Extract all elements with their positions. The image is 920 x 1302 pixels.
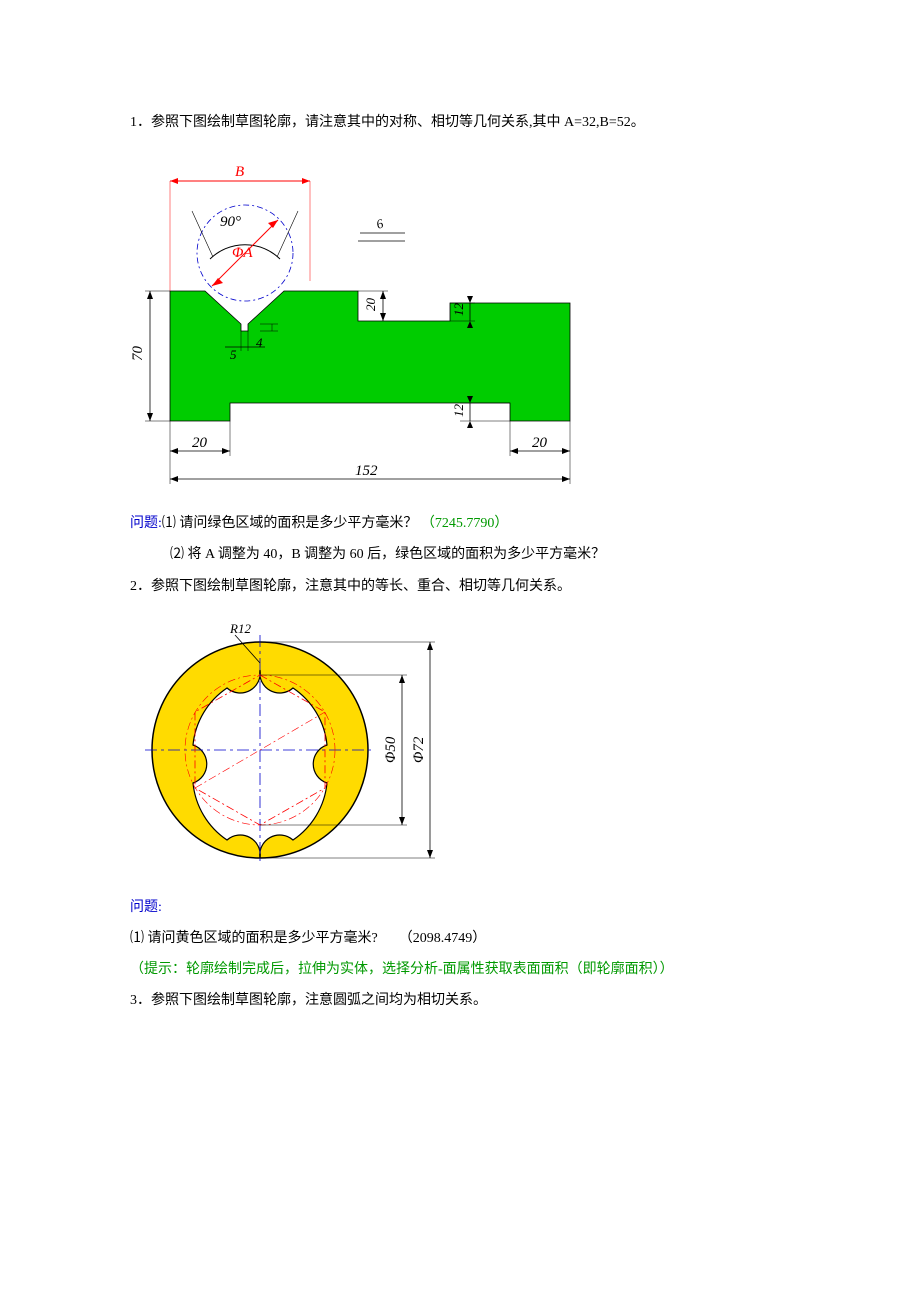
q2-answer: （2098.4749） (406, 931, 487, 946)
problem-2-q1: ⑴ 请问黄色区域的面积是多少平方毫米? （2098.4749） (130, 926, 790, 951)
dim-12top: 12 (451, 303, 466, 317)
q1-label: 问题: (130, 516, 162, 531)
dim-R12: R12 (229, 621, 251, 636)
dim-B: B (235, 164, 244, 180)
dim-72: Φ72 (411, 736, 427, 763)
dim-20L: 20 (192, 435, 208, 451)
problem-1-q1: 问题:⑴ 请问绿色区域的面积是多少平方毫米？ （7245.7790） (130, 511, 790, 536)
q1-answer: （7245.7790） (421, 516, 509, 531)
dim-12bot: 12 (451, 404, 466, 418)
dim-A: ΦA (232, 245, 253, 261)
dim-20R: 20 (532, 435, 548, 451)
figure-1: 90° B ΦA 6 20 12 (130, 141, 790, 501)
dim-5: 5 (230, 347, 237, 362)
q2-label: 问题: (130, 900, 162, 915)
prob3-num: 3． (130, 993, 151, 1008)
dim-70: 70 (130, 346, 146, 362)
problem-2-hint: （提示：轮廓绘制完成后，拉伸为实体，选择分析-面属性获取表面面积（即轮廓面积）） (130, 957, 790, 982)
problem-1-q2: ⑵ 将 A 调整为 40，B 调整为 60 后，绿色区域的面积为多少平方毫米？ (130, 542, 790, 567)
dim-152: 152 (355, 463, 378, 479)
dim-4: 4 (256, 335, 263, 350)
prob2-num: 2． (130, 579, 151, 594)
dim-6: 6 (374, 216, 385, 232)
dim-50: Φ50 (383, 736, 399, 763)
problem-1-text: 1．参照下图绘制草图轮廓，请注意其中的对称、相切等几何关系,其中 A=32,B=… (130, 110, 790, 135)
dim-angle: 90° (220, 214, 241, 230)
dim-20: 20 (363, 298, 378, 312)
problem-2-qlabel: 问题: (130, 895, 790, 920)
prob-num: 1． (130, 115, 151, 130)
problem-2-text: 2．参照下图绘制草图轮廓，注意其中的等长、重合、相切等几何关系。 (130, 574, 790, 599)
problem-3-text: 3．参照下图绘制草图轮廓，注意圆弧之间均为相切关系。 (130, 988, 790, 1013)
figure-2: R12 Φ50 Φ72 (130, 605, 790, 885)
